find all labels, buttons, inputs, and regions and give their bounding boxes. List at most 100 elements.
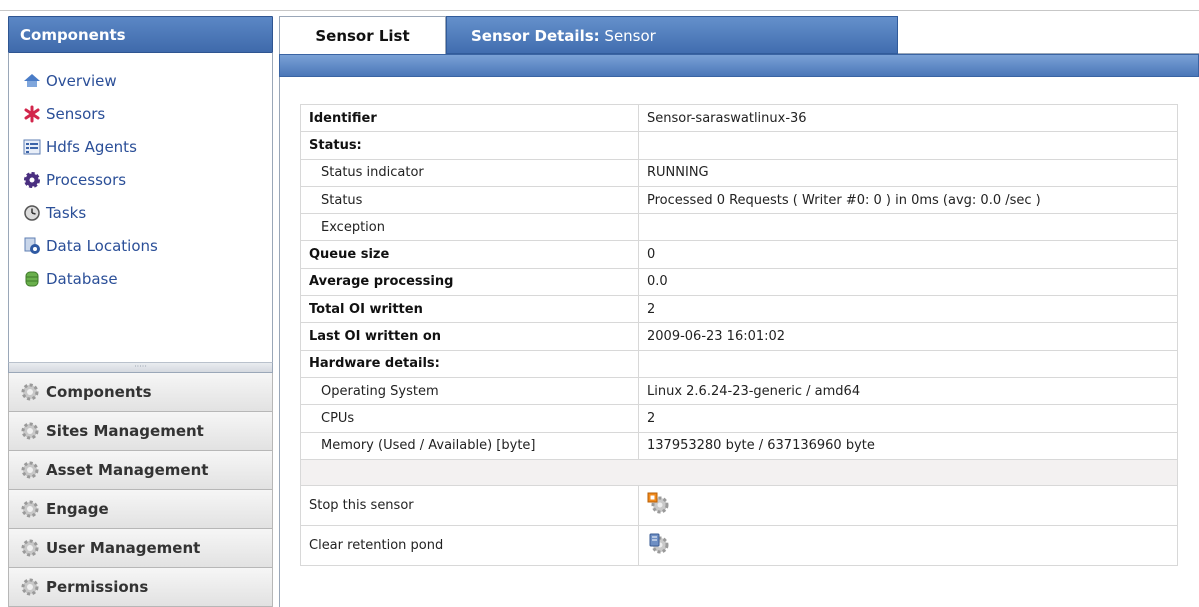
- row-label: Exception: [300, 213, 639, 242]
- location-doc-icon: [23, 237, 41, 255]
- table-row: Total OI written 2: [300, 295, 1178, 324]
- row-value: 2: [638, 404, 1178, 433]
- row-value: RUNNING: [638, 158, 1178, 187]
- gear-icon: [21, 461, 39, 479]
- row-value: 2: [638, 295, 1178, 324]
- action-row-clear: Clear retention pond: [300, 524, 1178, 566]
- row-label: CPUs: [300, 404, 639, 433]
- gear-icon: [21, 383, 39, 401]
- row-label: Identifier: [300, 103, 639, 133]
- sidebar-item-label: Processors: [46, 170, 127, 189]
- row-label: Queue size: [300, 240, 639, 269]
- row-label: Status: [300, 185, 639, 215]
- action-label: Stop this sensor: [300, 484, 639, 526]
- table-row: Hardware details:: [300, 349, 1178, 378]
- accordion-label: Engage: [46, 500, 109, 518]
- row-value: 0.0: [638, 267, 1178, 297]
- table-row: Average processing 0.0: [300, 267, 1178, 297]
- sidebar-item-label: Overview: [46, 71, 117, 90]
- table-separator-row: [300, 458, 1178, 486]
- sidebar-item-hdfs-agents[interactable]: Hdfs Agents: [9, 130, 272, 163]
- clock-icon: [23, 204, 41, 222]
- gear-icon: [21, 500, 39, 518]
- house-icon: [23, 72, 41, 90]
- tab-sensor-list[interactable]: Sensor List: [279, 16, 446, 54]
- sidebar-nav: Overview Sensors Hdfs Agents Processors: [8, 53, 273, 362]
- accordion-sites-management[interactable]: Sites Management: [8, 412, 273, 451]
- row-value: Sensor-saraswatlinux-36: [638, 103, 1178, 133]
- sensor-details-content: Identifier Sensor-saraswatlinux-36 Statu…: [279, 77, 1199, 607]
- sidebar-item-label: Data Locations: [46, 236, 158, 255]
- sidebar-header: Components: [8, 16, 273, 53]
- table-row: CPUs 2: [300, 404, 1178, 433]
- row-value: 0: [638, 240, 1178, 269]
- database-icon: [23, 270, 41, 288]
- row-value: [638, 349, 1178, 378]
- asterisk-icon: [23, 105, 41, 123]
- top-border-line: [0, 10, 1199, 11]
- accordion-label: Sites Management: [46, 422, 204, 440]
- sidebar-item-tasks[interactable]: Tasks: [9, 196, 272, 229]
- tab-details-prefix: Sensor Details:: [471, 27, 600, 45]
- accordion-components[interactable]: Components: [8, 373, 273, 412]
- sidebar-item-label: Sensors: [46, 104, 106, 123]
- gear-icon: [21, 539, 39, 557]
- sidebar-item-database[interactable]: Database: [9, 262, 272, 295]
- row-value: [638, 213, 1178, 242]
- row-value: Processed 0 Requests ( Writer #0: 0 ) in…: [638, 185, 1178, 215]
- section-header-status: Status:: [300, 131, 639, 160]
- clear-pond-icon[interactable]: [647, 532, 669, 554]
- row-label: Operating System: [300, 376, 639, 406]
- accordion-engage[interactable]: Engage: [8, 490, 273, 529]
- accordion-label: Permissions: [46, 578, 149, 596]
- table-row: Operating System Linux 2.6.24-23-generic…: [300, 376, 1178, 406]
- action-cell: [638, 524, 1178, 566]
- sidebar-splitter-handle[interactable]: ·····: [8, 362, 273, 373]
- tab-sensor-details[interactable]: Sensor Details: Sensor: [446, 16, 898, 54]
- list-icon: [23, 138, 41, 156]
- sidebar-item-label: Hdfs Agents: [46, 137, 137, 156]
- sidebar-item-data-locations[interactable]: Data Locations: [9, 229, 272, 262]
- row-label: Total OI written: [300, 295, 639, 324]
- row-label: Status indicator: [300, 158, 639, 187]
- row-value: Linux 2.6.24-23-generic / amd64: [638, 376, 1178, 406]
- action-cell: [638, 484, 1178, 526]
- accordion-user-management[interactable]: User Management: [8, 529, 273, 568]
- table-row: Status:: [300, 131, 1178, 160]
- sidebar-item-sensors[interactable]: Sensors: [9, 97, 272, 130]
- gear-icon: [21, 578, 39, 596]
- section-header-hardware: Hardware details:: [300, 349, 639, 378]
- row-label: Last OI written on: [300, 322, 639, 351]
- accordion-label: Components: [46, 383, 152, 401]
- action-row-stop: Stop this sensor: [300, 484, 1178, 526]
- sidebar-item-overview[interactable]: Overview: [9, 64, 272, 97]
- row-label: Memory (Used / Available) [byte]: [300, 431, 639, 460]
- table-row: Last OI written on 2009-06-23 16:01:02: [300, 322, 1178, 351]
- table-row: Queue size 0: [300, 240, 1178, 269]
- gear-icon: [21, 422, 39, 440]
- sidebar: Components Overview Sensors Hdfs Agents: [8, 16, 273, 607]
- sidebar-item-processors[interactable]: Processors: [9, 163, 272, 196]
- table-row: Memory (Used / Available) [byte] 1379532…: [300, 431, 1178, 460]
- stop-sensor-icon[interactable]: [647, 492, 669, 514]
- row-label: Average processing: [300, 267, 639, 297]
- accordion-label: Asset Management: [46, 461, 209, 479]
- row-value: 2009-06-23 16:01:02: [638, 322, 1178, 351]
- panel-toolbar-strip: [279, 54, 1199, 77]
- accordion-permissions[interactable]: Permissions: [8, 568, 273, 607]
- action-label: Clear retention pond: [300, 524, 639, 566]
- row-value: [638, 131, 1178, 160]
- table-row: Status indicator RUNNING: [300, 158, 1178, 187]
- row-value: 137953280 byte / 637136960 byte: [638, 431, 1178, 460]
- accordion-label: User Management: [46, 539, 201, 557]
- gear-icon: [23, 171, 41, 189]
- table-row: Identifier Sensor-saraswatlinux-36: [300, 103, 1178, 133]
- table-row: Status Processed 0 Requests ( Writer #0:…: [300, 185, 1178, 215]
- sensor-details-table: Identifier Sensor-saraswatlinux-36 Statu…: [300, 103, 1178, 566]
- sidebar-item-label: Tasks: [46, 203, 87, 222]
- tab-bar: [898, 16, 1199, 54]
- table-row: Exception: [300, 213, 1178, 242]
- separator-cell: [300, 458, 1178, 486]
- accordion-asset-management[interactable]: Asset Management: [8, 451, 273, 490]
- main-panel: Sensor List Sensor Details: Sensor Ident…: [279, 16, 1199, 607]
